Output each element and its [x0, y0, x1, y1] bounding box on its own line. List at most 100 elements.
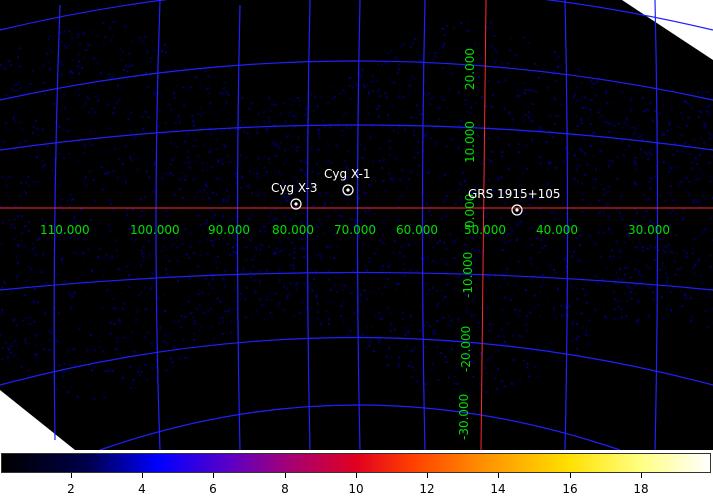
noise-pixel — [641, 138, 644, 141]
colorbar-tick — [213, 473, 214, 478]
noise-pixel — [594, 178, 597, 181]
source-label: Cyg X-1 — [324, 167, 371, 181]
noise-pixel — [311, 289, 314, 292]
noise-pixel — [380, 268, 383, 271]
noise-pixel — [350, 292, 353, 295]
noise-pixel — [244, 298, 247, 301]
noise-pixel — [136, 308, 139, 311]
noise-pixel — [635, 164, 638, 167]
noise-pixel — [649, 102, 652, 105]
noise-pixel — [595, 168, 597, 171]
noise-pixel — [597, 231, 600, 234]
noise-pixel — [192, 251, 195, 254]
noise-pixel — [366, 84, 369, 87]
noise-pixel — [1, 309, 4, 312]
noise-pixel — [462, 171, 465, 174]
noise-pixel — [530, 243, 533, 246]
noise-pixel — [291, 135, 293, 138]
noise-pixel — [477, 151, 480, 154]
noise-pixel — [556, 249, 559, 252]
noise-pixel — [599, 255, 602, 258]
noise-pixel — [696, 200, 699, 203]
noise-pixel — [158, 297, 160, 300]
noise-pixel — [599, 170, 602, 173]
noise-pixel — [278, 280, 281, 283]
noise-pixel — [442, 228, 445, 231]
noise-pixel — [14, 339, 17, 342]
noise-pixel — [213, 75, 216, 78]
noise-pixel — [24, 293, 27, 296]
noise-pixel — [201, 291, 204, 294]
noise-pixel — [226, 242, 229, 245]
noise-pixel — [77, 33, 80, 36]
noise-pixel — [693, 272, 696, 275]
b-label: -30.000 — [457, 394, 471, 440]
noise-pixel — [571, 255, 574, 258]
noise-pixel — [457, 145, 460, 148]
noise-pixel — [450, 319, 452, 322]
noise-pixel — [603, 315, 606, 318]
noise-pixel — [392, 251, 395, 254]
noise-pixel — [100, 306, 103, 309]
noise-pixel — [376, 79, 379, 82]
noise-pixel — [680, 267, 683, 270]
noise-pixel — [368, 209, 371, 212]
noise-pixel — [588, 235, 591, 238]
noise-pixel — [343, 284, 346, 287]
noise-pixel — [165, 369, 168, 372]
noise-pixel — [112, 111, 115, 114]
noise-pixel — [178, 357, 181, 360]
noise-pixel — [401, 168, 404, 171]
noise-pixel — [365, 212, 368, 215]
noise-pixel — [539, 162, 542, 165]
noise-pixel — [193, 124, 195, 127]
noise-pixel — [286, 195, 289, 198]
noise-pixel — [438, 118, 441, 121]
noise-pixel — [291, 121, 294, 124]
noise-pixel — [317, 310, 320, 313]
noise-pixel — [269, 109, 272, 112]
noise-pixel — [299, 168, 302, 171]
noise-pixel — [10, 226, 13, 229]
noise-pixel — [591, 83, 594, 85]
noise-pixel — [447, 315, 450, 318]
noise-pixel — [199, 330, 202, 332]
noise-pixel — [687, 102, 689, 105]
noise-pixel — [221, 130, 223, 133]
noise-pixel — [436, 262, 439, 265]
noise-pixel — [71, 77, 74, 79]
noise-pixel — [239, 154, 242, 157]
noise-pixel — [299, 159, 302, 162]
noise-pixel — [92, 179, 95, 182]
noise-pixel — [428, 103, 431, 106]
noise-pixel — [298, 273, 301, 276]
noise-pixel — [59, 342, 62, 345]
noise-pixel — [177, 114, 180, 117]
noise-pixel — [103, 35, 106, 38]
noise-pixel — [378, 338, 381, 341]
noise-pixel — [370, 80, 373, 83]
noise-pixel — [706, 326, 709, 329]
noise-pixel — [562, 160, 565, 163]
noise-pixel — [256, 128, 259, 131]
noise-pixel — [304, 138, 307, 141]
noise-pixel — [409, 269, 412, 272]
noise-pixel — [148, 253, 151, 256]
noise-pixel — [215, 112, 218, 115]
noise-pixel — [112, 21, 115, 24]
noise-pixel — [441, 45, 444, 48]
noise-pixel — [57, 311, 60, 314]
noise-pixel — [129, 366, 132, 368]
noise-pixel — [269, 292, 272, 294]
noise-pixel — [667, 243, 670, 246]
noise-pixel — [552, 268, 555, 271]
noise-pixel — [518, 315, 521, 318]
sky-image[interactable]: 110.000 100.000 90.000 80.000 70.000 60.… — [0, 0, 713, 450]
noise-pixel — [295, 149, 298, 152]
noise-pixel — [523, 119, 525, 122]
noise-pixel — [10, 290, 13, 293]
noise-pixel — [98, 222, 101, 225]
noise-pixel — [291, 127, 294, 130]
noise-pixel — [23, 244, 26, 247]
noise-pixel — [267, 259, 270, 262]
